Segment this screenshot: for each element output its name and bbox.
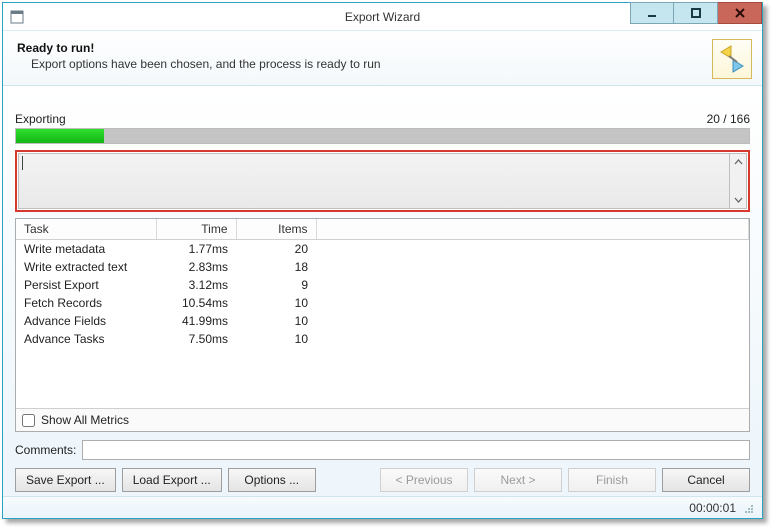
cell-time: 41.99ms (156, 312, 236, 330)
cell-items: 10 (236, 312, 316, 330)
show-all-metrics-label: Show All Metrics (41, 413, 129, 427)
col-items[interactable]: Items (236, 219, 316, 240)
cell-task: Persist Export (16, 276, 156, 294)
previous-button: < Previous (380, 468, 468, 492)
table-header-row[interactable]: Task Time Items (16, 219, 749, 240)
progress-bar (15, 128, 750, 144)
finish-button: Finish (568, 468, 656, 492)
cell-time: 10.54ms (156, 294, 236, 312)
progress-counter: 20 / 166 (707, 112, 750, 126)
cell-time: 1.77ms (156, 240, 236, 259)
status-bar: 00:00:01 (3, 496, 762, 518)
next-button: Next > (474, 468, 562, 492)
cell-items: 9 (236, 276, 316, 294)
scroll-down-icon[interactable] (730, 191, 746, 208)
table-row[interactable]: Advance Tasks7.50ms10 (16, 330, 749, 348)
col-task[interactable]: Task (16, 219, 156, 240)
cell-task: Write extracted text (16, 258, 156, 276)
comments-input[interactable] (82, 440, 750, 460)
table-row[interactable]: Persist Export3.12ms9 (16, 276, 749, 294)
table-row[interactable]: Write metadata1.77ms20 (16, 240, 749, 259)
cell-time: 2.83ms (156, 258, 236, 276)
wizard-header: Ready to run! Export options have been c… (3, 31, 762, 86)
table-row[interactable]: Write extracted text2.83ms18 (16, 258, 749, 276)
log-textbox[interactable] (18, 153, 730, 209)
cell-task: Write metadata (16, 240, 156, 259)
cell-time: 7.50ms (156, 330, 236, 348)
cell-task: Advance Tasks (16, 330, 156, 348)
show-all-metrics-checkbox[interactable] (22, 414, 35, 427)
log-area-highlighted (15, 150, 750, 212)
header-title: Ready to run! (17, 41, 748, 55)
table-row[interactable]: Fetch Records10.54ms10 (16, 294, 749, 312)
app-icon (9, 9, 25, 25)
progress-fill (16, 129, 104, 143)
export-wizard-icon (712, 39, 752, 79)
cell-time: 3.12ms (156, 276, 236, 294)
header-subtitle: Export options have been chosen, and the… (31, 57, 748, 71)
maximize-button[interactable] (674, 2, 718, 24)
cell-items: 18 (236, 258, 316, 276)
cancel-button[interactable]: Cancel (662, 468, 750, 492)
col-time[interactable]: Time (156, 219, 236, 240)
cell-items: 20 (236, 240, 316, 259)
show-all-metrics-row[interactable]: Show All Metrics (16, 408, 749, 431)
cell-task: Advance Fields (16, 312, 156, 330)
close-button[interactable] (718, 2, 762, 24)
options-button[interactable]: Options ... (228, 468, 316, 492)
cell-items: 10 (236, 294, 316, 312)
cell-task: Fetch Records (16, 294, 156, 312)
comments-label: Comments: (15, 443, 76, 457)
table-row[interactable]: Advance Fields41.99ms10 (16, 312, 749, 330)
load-export-button[interactable]: Load Export ... (122, 468, 222, 492)
progress-label: Exporting (15, 112, 66, 126)
elapsed-time: 00:00:01 (689, 501, 736, 515)
scroll-up-icon[interactable] (730, 154, 746, 171)
metrics-table: Task Time Items Write metadata1.77ms20Wr… (16, 219, 749, 348)
resize-grip-icon[interactable] (742, 502, 754, 514)
save-export-button[interactable]: Save Export ... (15, 468, 116, 492)
minimize-button[interactable] (630, 2, 674, 24)
wizard-body: Exporting 20 / 166 (3, 86, 762, 496)
title-bar[interactable]: Export Wizard (3, 3, 762, 31)
export-wizard-window: Export Wizard Ready to run! Export optio… (2, 2, 763, 519)
wizard-button-row: Save Export ... Load Export ... Options … (15, 468, 750, 492)
cell-items: 10 (236, 330, 316, 348)
log-scrollbar[interactable] (730, 153, 747, 209)
metrics-table-container: Task Time Items Write metadata1.77ms20Wr… (15, 218, 750, 432)
